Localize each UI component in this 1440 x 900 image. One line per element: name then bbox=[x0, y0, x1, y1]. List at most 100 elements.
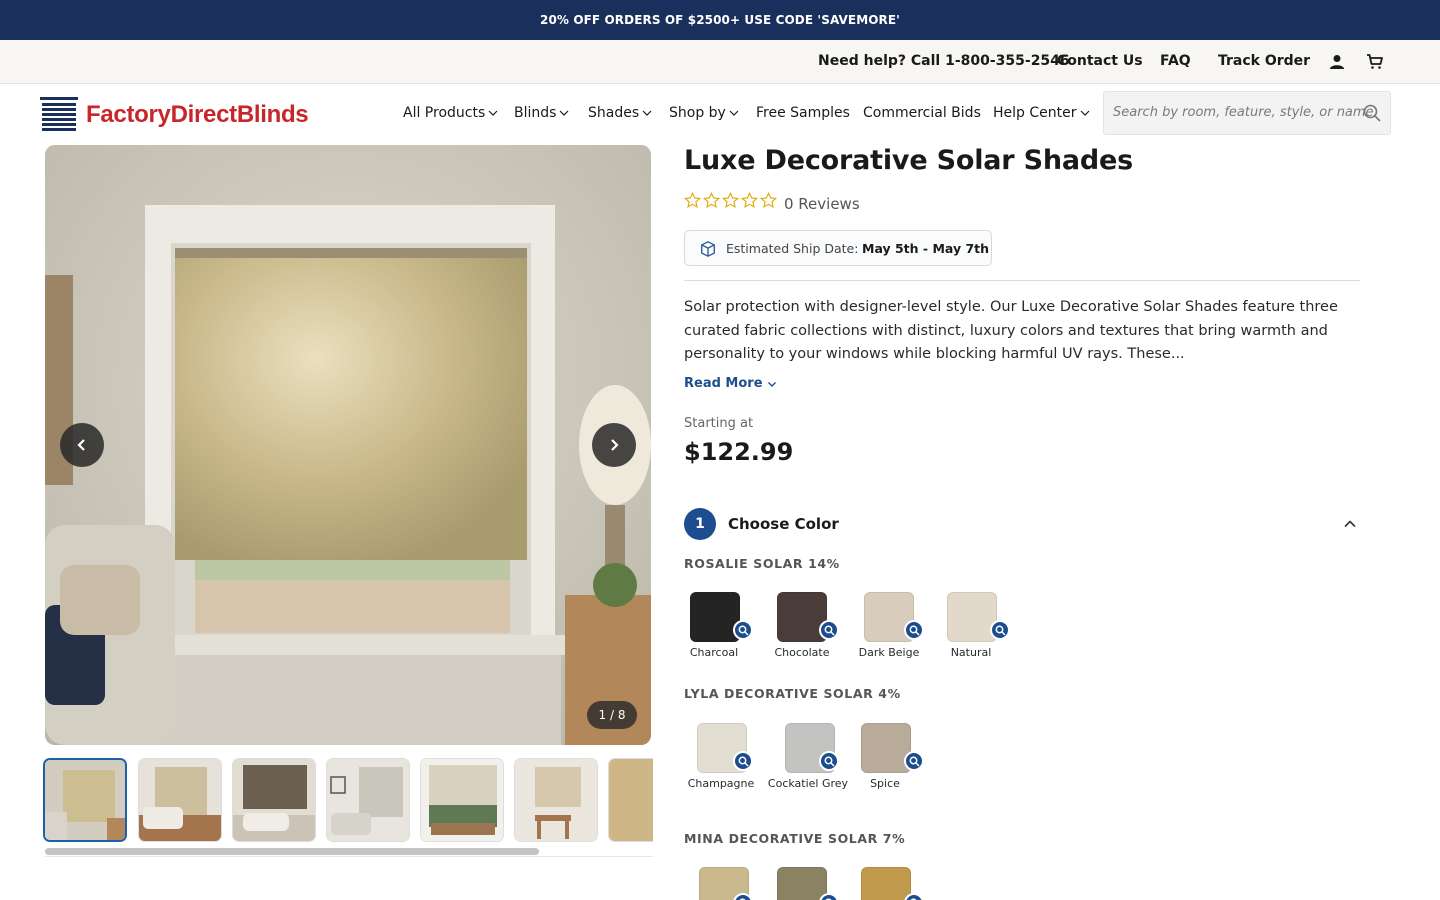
divider bbox=[684, 280, 1360, 281]
starting-at-label: Starting at bbox=[684, 416, 754, 431]
menu-label: Help Center bbox=[993, 105, 1077, 121]
rating-stars[interactable] bbox=[684, 192, 777, 209]
chevron-down-icon bbox=[642, 110, 652, 116]
menu-label: Commercial Bids bbox=[863, 105, 981, 121]
color-group-title: ROSALIE SOLAR 14% bbox=[684, 556, 840, 571]
ship-date-label: Estimated Ship Date: bbox=[726, 241, 859, 256]
magnify-icon[interactable] bbox=[819, 751, 839, 771]
read-more-button[interactable]: Read More bbox=[684, 376, 777, 391]
menu-label: Blinds bbox=[514, 105, 557, 121]
swatch-label: Spice bbox=[870, 777, 900, 790]
product-price: $122.99 bbox=[684, 438, 794, 466]
thumbnail-scrollbar[interactable] bbox=[45, 848, 539, 855]
step-title[interactable]: Choose Color bbox=[728, 515, 839, 533]
menu-label: Shop by bbox=[669, 105, 726, 121]
thumbnail[interactable] bbox=[326, 758, 410, 842]
read-more-label: Read More bbox=[684, 376, 763, 391]
search-icon[interactable] bbox=[1362, 103, 1382, 123]
swatch[interactable] bbox=[861, 867, 911, 900]
thumbnail-strip[interactable] bbox=[43, 758, 653, 844]
menu-shades[interactable]: Shades bbox=[588, 105, 652, 121]
track-order-link[interactable]: Track Order bbox=[1218, 53, 1310, 69]
thumbnail[interactable] bbox=[420, 758, 504, 842]
swatch-label: Charcoal bbox=[689, 646, 739, 659]
product-gallery: 1 / 8 bbox=[45, 145, 651, 745]
search-input[interactable]: Search by room, feature, style, or name bbox=[1103, 91, 1391, 135]
menu-blinds[interactable]: Blinds bbox=[514, 105, 569, 121]
thumbnail[interactable] bbox=[138, 758, 222, 842]
thumbnail-image bbox=[139, 759, 221, 841]
swatch-natural[interactable] bbox=[947, 592, 997, 642]
blinds-logo-icon bbox=[40, 97, 78, 131]
swatch-charcoal[interactable] bbox=[690, 592, 740, 642]
cart-icon[interactable] bbox=[1365, 52, 1385, 72]
menu-commercial-bids[interactable]: Commercial Bids bbox=[863, 105, 981, 121]
star-outline-icon bbox=[722, 192, 739, 208]
user-icon[interactable] bbox=[1327, 52, 1347, 72]
thumbnail[interactable] bbox=[514, 758, 598, 842]
menu-label: Shades bbox=[588, 105, 640, 121]
star-outline-icon bbox=[760, 192, 777, 208]
star-outline-icon bbox=[741, 192, 758, 208]
thumbnail-image bbox=[421, 759, 503, 841]
swatch-label: Natural bbox=[950, 646, 992, 659]
swatch-label: Dark Beige bbox=[858, 646, 920, 659]
magnify-icon[interactable] bbox=[819, 893, 839, 900]
star-outline-icon bbox=[684, 192, 701, 208]
swatch-spice[interactable] bbox=[861, 723, 911, 773]
magnify-icon[interactable] bbox=[819, 620, 839, 640]
menu-label: All Products bbox=[403, 105, 486, 121]
thumbnail[interactable] bbox=[43, 758, 127, 842]
thumbnail-image bbox=[233, 759, 315, 841]
magnify-icon[interactable] bbox=[904, 620, 924, 640]
help-phone-link[interactable]: Need help? Call 1-800-355-2546 bbox=[818, 53, 1070, 69]
ship-date-value: May 5th - May 7th bbox=[862, 241, 990, 256]
thumbnail[interactable] bbox=[232, 758, 316, 842]
chevron-down-icon bbox=[488, 110, 498, 116]
chevron-down-icon bbox=[729, 110, 739, 116]
thumbnail-image bbox=[45, 760, 125, 840]
thumbnail-image bbox=[327, 759, 409, 841]
search-placeholder: Search by room, feature, style, or name bbox=[1113, 105, 1374, 120]
product-title: Luxe Decorative Solar Shades bbox=[684, 145, 1134, 176]
thumbnail-scroll-track bbox=[45, 856, 653, 857]
product-photo bbox=[45, 145, 651, 745]
chevron-left-icon bbox=[77, 439, 85, 451]
chevron-right-icon bbox=[611, 439, 619, 451]
step-number-badge: 1 bbox=[684, 508, 716, 540]
magnify-icon[interactable] bbox=[733, 893, 753, 900]
chevron-down-icon bbox=[560, 110, 569, 116]
chevron-up-icon[interactable] bbox=[1342, 516, 1358, 532]
star-outline-icon bbox=[703, 192, 720, 208]
logo-text: FactoryDirectBlinds bbox=[86, 101, 309, 128]
utility-bar: Need help? Call 1-800-355-2546 Contact U… bbox=[0, 40, 1440, 84]
menu-shop-by[interactable]: Shop by bbox=[669, 105, 739, 121]
magnify-icon[interactable] bbox=[990, 620, 1010, 640]
reviews-link[interactable]: 0 Reviews bbox=[784, 195, 860, 213]
faq-link[interactable]: FAQ bbox=[1160, 53, 1191, 69]
main-nav: FactoryDirectBlinds All Products Blinds … bbox=[0, 84, 1440, 144]
swatch-label: Champagne bbox=[687, 777, 755, 790]
magnify-icon[interactable] bbox=[904, 893, 924, 900]
color-group-title: MINA DECORATIVE SOLAR 7% bbox=[684, 831, 906, 846]
chevron-down-icon bbox=[767, 381, 776, 387]
magnify-icon[interactable] bbox=[904, 751, 924, 771]
menu-free-samples[interactable]: Free Samples bbox=[756, 105, 850, 121]
swatch[interactable] bbox=[777, 867, 827, 900]
gallery-next-button[interactable] bbox=[592, 423, 636, 467]
magnify-icon[interactable] bbox=[733, 751, 753, 771]
swatch-label: Chocolate bbox=[774, 646, 830, 659]
color-group-title: LYLA DECORATIVE SOLAR 4% bbox=[684, 686, 901, 701]
thumbnail-image bbox=[609, 759, 653, 841]
logo[interactable]: FactoryDirectBlinds bbox=[40, 96, 330, 134]
gallery-prev-button[interactable] bbox=[60, 423, 104, 467]
chevron-down-icon bbox=[1080, 110, 1089, 116]
menu-all-products[interactable]: All Products bbox=[403, 105, 498, 121]
contact-us-link[interactable]: Contact Us bbox=[1057, 53, 1143, 69]
thumbnail[interactable] bbox=[608, 758, 653, 842]
promo-text: 20% OFF ORDERS OF $2500+ USE CODE 'SAVEM… bbox=[540, 13, 900, 27]
menu-help-center[interactable]: Help Center bbox=[993, 105, 1090, 121]
product-description: Solar protection with designer-level sty… bbox=[684, 299, 1338, 362]
magnify-icon[interactable] bbox=[733, 620, 753, 640]
promo-banner: 20% OFF ORDERS OF $2500+ USE CODE 'SAVEM… bbox=[0, 0, 1440, 40]
